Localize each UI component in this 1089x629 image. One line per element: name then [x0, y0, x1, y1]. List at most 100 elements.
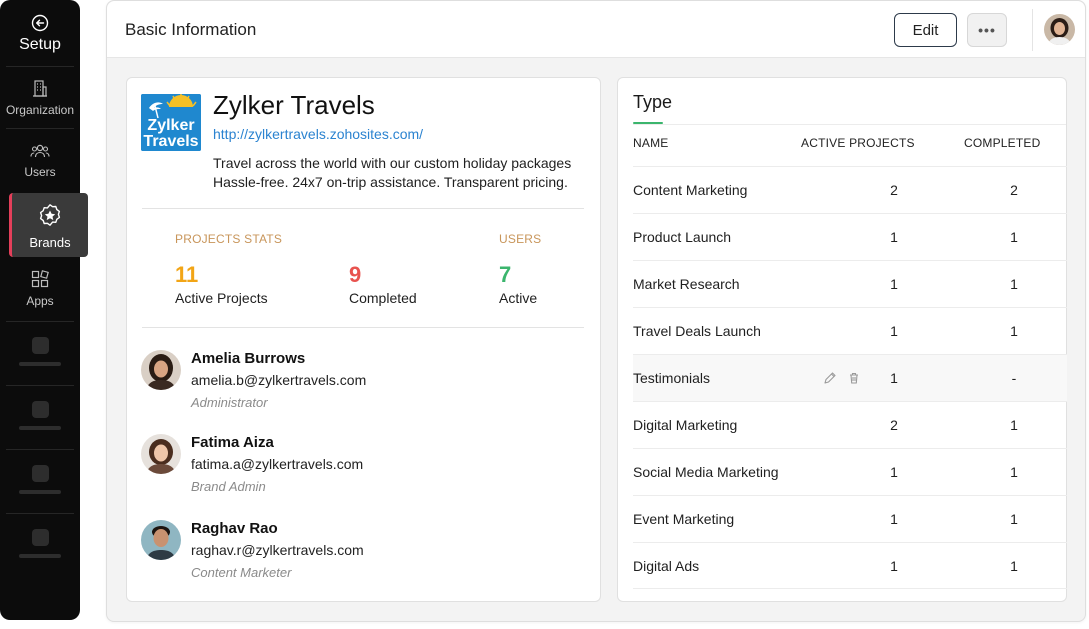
- user-photo: [141, 520, 181, 560]
- cell-name: Product Launch: [633, 229, 732, 245]
- active-projects-count: 11: [175, 262, 199, 287]
- table-row[interactable]: Travel Deals Launch 1 1: [633, 307, 1067, 354]
- avatar: [141, 350, 181, 390]
- type-card: Type NAME ACTIVE PROJECTS COMPLETED Cont…: [617, 77, 1067, 602]
- user-email: raghav.r@zylkertravels.com: [191, 542, 364, 558]
- sidebar: Setup Organization Users Brands Apps: [0, 0, 88, 620]
- user-item[interactable]: Raghav Rao raghav.r@zylkertravels.com Co…: [141, 520, 581, 590]
- sidebar-item-label: Apps: [26, 294, 54, 308]
- placeholder-item: [0, 529, 80, 558]
- divider: [633, 124, 1066, 125]
- divider: [6, 128, 74, 129]
- table-row[interactable]: Digital Ads 1 1: [633, 542, 1067, 589]
- apps-icon: [31, 270, 49, 288]
- avatar: [141, 434, 181, 474]
- cell-active-projects: 1: [890, 464, 898, 480]
- users-stats-label: USERS: [499, 232, 542, 246]
- cell-name: Digital Marketing: [633, 417, 738, 433]
- user-role: Content Marketer: [191, 565, 292, 580]
- setup-title: Setup: [19, 36, 61, 53]
- cell-active-projects: 1: [890, 511, 898, 527]
- sidebar-item-label: Users: [24, 165, 56, 179]
- divider: [1032, 9, 1033, 51]
- placeholder-item: [0, 465, 80, 494]
- active-projects-caption: Active Projects: [175, 290, 268, 306]
- divider: [6, 321, 74, 322]
- cell-completed: 1: [1010, 511, 1018, 527]
- table-row[interactable]: Product Launch 1 1: [633, 213, 1067, 260]
- cell-completed: 1: [1010, 558, 1018, 574]
- user-name: Amelia Burrows: [191, 350, 306, 367]
- page-title: Basic Information: [125, 20, 257, 39]
- table-row[interactable]: Event Marketing 1 1: [633, 495, 1067, 542]
- divider: [6, 66, 74, 67]
- cell-active-projects: 2: [890, 417, 898, 433]
- active-users-count: 7: [499, 262, 512, 287]
- sidebar-item-brands[interactable]: Brands: [9, 193, 88, 257]
- user-role: Administrator: [191, 395, 268, 410]
- cell-name: Digital Ads: [633, 558, 700, 574]
- completed-caption: Completed: [349, 290, 417, 306]
- table-row[interactable]: Social Media Marketing 1 1: [633, 448, 1067, 495]
- sidebar-item-label: Brands: [29, 235, 71, 250]
- cell-active-projects: 1: [890, 370, 898, 386]
- divider: [6, 513, 74, 514]
- table-row[interactable]: Content Marketing 2 2: [633, 166, 1067, 213]
- edit-button[interactable]: Edit: [894, 13, 957, 47]
- brand-website-link[interactable]: http://zylkertravels.zohosites.com/: [213, 126, 423, 142]
- table-row[interactable]: Market Research 1 1: [633, 260, 1067, 307]
- placeholder-item: [0, 337, 80, 366]
- column-header-name: NAME: [633, 136, 669, 150]
- cell-name: Event Marketing: [633, 511, 735, 527]
- cell-completed: 2: [1010, 182, 1018, 198]
- sidebar-item-users[interactable]: Users: [0, 143, 80, 179]
- brand-logo-text-2: Travels: [143, 133, 198, 150]
- brand-logo: Zylker Travels: [141, 94, 201, 151]
- cell-completed: 1: [1010, 417, 1018, 433]
- cell-active-projects: 1: [890, 276, 898, 292]
- profile-avatar[interactable]: [1044, 14, 1075, 45]
- sidebar-item-apps[interactable]: Apps: [0, 270, 80, 308]
- cell-completed: 1: [1010, 464, 1018, 480]
- column-header-completed: COMPLETED: [964, 136, 1041, 150]
- edit-pencil-icon[interactable]: [823, 371, 837, 385]
- cell-name: Market Research: [633, 276, 740, 292]
- column-header-active-projects: ACTIVE PROJECTS: [801, 136, 915, 150]
- user-item[interactable]: Fatima Aiza fatima.a@zylkertravels.com B…: [141, 434, 581, 504]
- sidebar-item-label: Organization: [5, 103, 75, 117]
- cell-active-projects: 1: [890, 558, 898, 574]
- divider: [6, 449, 74, 450]
- cell-name: Testimonials: [633, 370, 711, 386]
- cell-completed: -: [1011, 370, 1017, 386]
- brand-name: Zylker Travels: [213, 90, 375, 120]
- sidebar-item-organization[interactable]: Organization: [0, 79, 80, 117]
- cell-completed: 1: [1010, 323, 1018, 339]
- user-photo: [141, 350, 181, 390]
- setup-back[interactable]: Setup: [0, 14, 80, 54]
- delete-trash-icon[interactable]: [847, 371, 861, 385]
- brand-description: Travel across the world with our custom …: [213, 154, 583, 192]
- table-row[interactable]: Testimonials 1 -: [633, 354, 1067, 401]
- placeholder-item: [0, 401, 80, 430]
- cell-name: Content Marketing: [633, 182, 748, 198]
- divider: [6, 385, 74, 386]
- table-row[interactable]: Digital Marketing 2 1: [633, 401, 1067, 448]
- cell-active-projects: 2: [890, 182, 898, 198]
- brand-description-line: Hassle-free. 24x7 on-trip assistance. Tr…: [213, 174, 568, 190]
- brand-description-line: Travel across the world with our custom …: [213, 155, 572, 171]
- cell-completed: 1: [1010, 229, 1018, 245]
- user-item[interactable]: Amelia Burrows amelia.b@zylkertravels.co…: [141, 350, 581, 420]
- divider: [142, 208, 584, 209]
- user-email: amelia.b@zylkertravels.com: [191, 372, 367, 388]
- users-icon: [30, 144, 50, 158]
- cell-name: Travel Deals Launch: [633, 323, 761, 339]
- avatar: [141, 520, 181, 560]
- user-email: fatima.a@zylkertravels.com: [191, 456, 364, 472]
- more-options-button[interactable]: •••: [967, 13, 1007, 47]
- tab-underline: [633, 122, 663, 124]
- user-name: Raghav Rao: [191, 520, 278, 537]
- main-content: Basic Information Edit ••• Zylker Travel…: [106, 0, 1086, 622]
- back-arrow-icon[interactable]: [31, 14, 49, 32]
- completed-count: 9: [349, 262, 362, 287]
- type-title: Type: [633, 92, 673, 112]
